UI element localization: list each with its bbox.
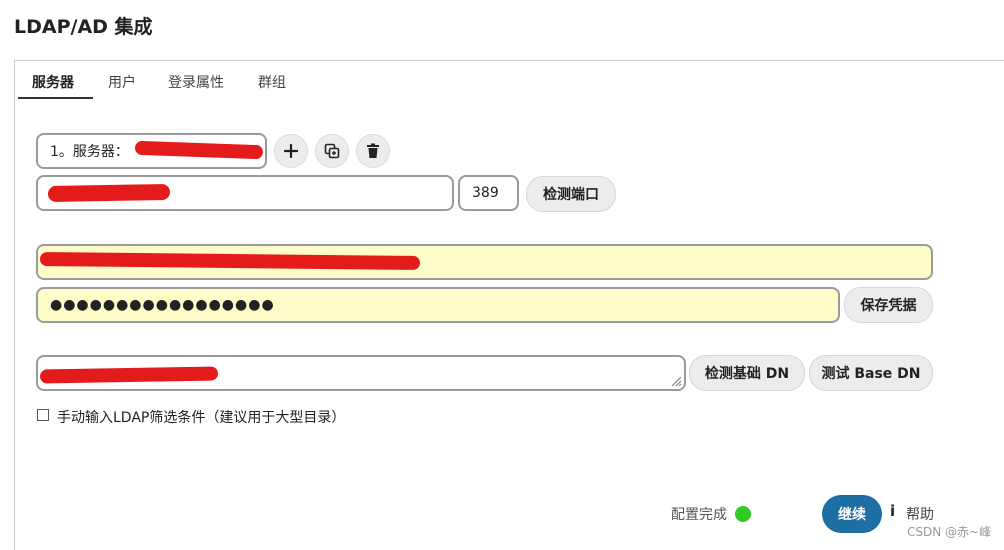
copy-server-button[interactable] <box>315 134 349 168</box>
test-base-dn-button[interactable]: 测试 Base DN <box>809 355 933 391</box>
password-mask: ●●●●●●●●●●●●●●●●● <box>50 297 275 313</box>
delete-server-button[interactable] <box>356 134 390 168</box>
password-input[interactable]: ●●●●●●●●●●●●●●●●● <box>36 287 840 323</box>
trash-icon <box>367 143 379 158</box>
save-credentials-button[interactable]: 保存凭据 <box>844 287 933 323</box>
port-input[interactable]: 389 <box>458 175 519 211</box>
tab-server[interactable]: 服务器 <box>32 72 74 92</box>
info-icon[interactable]: i <box>890 502 895 520</box>
help-link[interactable]: 帮助 <box>906 504 934 524</box>
continue-button[interactable]: 继续 <box>822 495 882 533</box>
watermark: CSDN @赤~峰 <box>907 525 992 539</box>
manual-filter-checkbox[interactable] <box>37 409 49 421</box>
active-tab-indicator <box>18 97 93 99</box>
config-status-text: 配置完成 <box>671 507 727 523</box>
tab-users[interactable]: 用户 <box>108 72 136 92</box>
resize-grip-icon[interactable] <box>668 373 682 387</box>
plus-icon <box>284 144 298 158</box>
manual-filter-label[interactable]: 手动输入LDAP筛选条件（建议用于大型目录） <box>57 407 345 427</box>
server-selector-value: 1。服务器： <box>50 144 129 160</box>
redaction-mark <box>47 183 171 203</box>
status-indicator <box>735 506 751 522</box>
check-port-button[interactable]: 检测端口 <box>526 176 616 212</box>
page-title: LDAP/AD 集成 <box>14 16 153 38</box>
detect-base-dn-button[interactable]: 检测基础 DN <box>689 355 805 391</box>
port-value: 389 <box>472 185 499 201</box>
add-server-button[interactable] <box>274 134 308 168</box>
tab-groups[interactable]: 群组 <box>258 72 286 92</box>
tab-login-attributes[interactable]: 登录属性 <box>168 72 224 92</box>
copy-icon <box>324 143 340 159</box>
